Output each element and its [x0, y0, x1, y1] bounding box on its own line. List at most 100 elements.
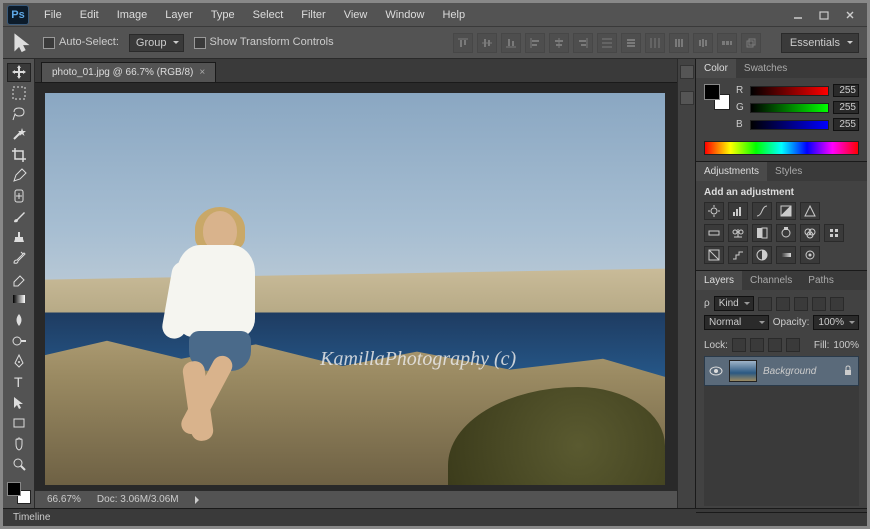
window-close-button[interactable]: [837, 6, 863, 24]
tab-styles[interactable]: Styles: [767, 162, 810, 181]
zoom-readout[interactable]: 66.67%: [47, 494, 81, 505]
menu-window[interactable]: Window: [376, 5, 433, 25]
menu-view[interactable]: View: [335, 5, 377, 25]
threshold-icon[interactable]: [752, 246, 772, 264]
filter-shape-icon[interactable]: [812, 297, 826, 311]
gradient-map-icon[interactable]: [776, 246, 796, 264]
distribute-right-icon[interactable]: [717, 33, 737, 53]
eyedropper-tool-icon[interactable]: [7, 166, 31, 185]
auto-select-checkbox[interactable]: Auto-Select:: [43, 36, 119, 48]
r-value-field[interactable]: 255: [833, 84, 859, 97]
filter-type-icon[interactable]: [794, 297, 808, 311]
eraser-tool-icon[interactable]: [7, 269, 31, 288]
black-white-icon[interactable]: [752, 224, 772, 242]
window-maximize-button[interactable]: [811, 6, 837, 24]
healing-brush-tool-icon[interactable]: [7, 187, 31, 206]
document-tab[interactable]: photo_01.jpg @ 66.7% (RGB/8) ×: [41, 62, 216, 82]
menu-select[interactable]: Select: [244, 5, 293, 25]
filter-adjustment-icon[interactable]: [776, 297, 790, 311]
align-vcenter-icon[interactable]: [477, 33, 497, 53]
foreground-background-swatch[interactable]: [7, 482, 31, 504]
layer-name[interactable]: Background: [763, 366, 836, 377]
rail-icon-1[interactable]: [680, 65, 694, 79]
menu-edit[interactable]: Edit: [71, 5, 108, 25]
lock-transparency-icon[interactable]: [732, 338, 746, 352]
exposure-icon[interactable]: [776, 202, 796, 220]
opacity-field[interactable]: 100%: [813, 315, 859, 330]
spectrum-ramp[interactable]: [704, 141, 859, 155]
tab-swatches[interactable]: Swatches: [736, 59, 795, 78]
workspace-switcher[interactable]: Essentials: [781, 33, 859, 53]
gradient-tool-icon[interactable]: [7, 290, 31, 309]
magic-wand-tool-icon[interactable]: [7, 125, 31, 144]
fill-field[interactable]: 100%: [833, 340, 859, 351]
close-tab-icon[interactable]: ×: [199, 67, 205, 78]
filter-smartobject-icon[interactable]: [830, 297, 844, 311]
lock-all-icon[interactable]: [786, 338, 800, 352]
hand-tool-icon[interactable]: [7, 435, 31, 454]
app-logo[interactable]: Ps: [7, 5, 29, 25]
g-value-field[interactable]: 255: [833, 101, 859, 114]
show-transform-checkbox[interactable]: Show Transform Controls: [194, 36, 334, 48]
photo-filter-icon[interactable]: [776, 224, 796, 242]
color-balance-icon[interactable]: [728, 224, 748, 242]
auto-select-mode-dropdown[interactable]: Group: [129, 34, 184, 52]
zoom-tool-icon[interactable]: [7, 455, 31, 474]
posterize-icon[interactable]: [728, 246, 748, 264]
lock-pixels-icon[interactable]: [750, 338, 764, 352]
align-hcenter-icon[interactable]: [549, 33, 569, 53]
tab-adjustments[interactable]: Adjustments: [696, 162, 767, 181]
vibrance-icon[interactable]: [800, 202, 820, 220]
tab-layers[interactable]: Layers: [696, 271, 742, 290]
distribute-top-icon[interactable]: [597, 33, 617, 53]
r-slider[interactable]: [750, 86, 829, 96]
panel-fg-bg-swatch[interactable]: [704, 84, 730, 110]
b-slider[interactable]: [750, 120, 829, 130]
brightness-contrast-icon[interactable]: [704, 202, 724, 220]
levels-icon[interactable]: [728, 202, 748, 220]
filter-pixel-icon[interactable]: [758, 297, 772, 311]
type-tool-icon[interactable]: T: [7, 373, 31, 392]
b-value-field[interactable]: 255: [833, 118, 859, 131]
distribute-hcenter-icon[interactable]: [693, 33, 713, 53]
pen-tool-icon[interactable]: [7, 352, 31, 371]
g-slider[interactable]: [750, 103, 829, 113]
menu-file[interactable]: File: [35, 5, 71, 25]
lock-position-icon[interactable]: [768, 338, 782, 352]
3d-mode-icon[interactable]: [741, 33, 761, 53]
selective-color-icon[interactable]: [800, 246, 820, 264]
path-selection-tool-icon[interactable]: [7, 393, 31, 412]
blur-tool-icon[interactable]: [7, 311, 31, 330]
move-tool-icon[interactable]: [7, 63, 31, 82]
rectangle-tool-icon[interactable]: [7, 414, 31, 433]
hue-saturation-icon[interactable]: [704, 224, 724, 242]
distribute-left-icon[interactable]: [669, 33, 689, 53]
channel-mixer-icon[interactable]: [800, 224, 820, 242]
tab-paths[interactable]: Paths: [800, 271, 842, 290]
history-brush-tool-icon[interactable]: [7, 249, 31, 268]
lasso-tool-icon[interactable]: [7, 104, 31, 123]
marquee-tool-icon[interactable]: [7, 84, 31, 103]
menu-layer[interactable]: Layer: [156, 5, 202, 25]
distribute-bottom-icon[interactable]: [645, 33, 665, 53]
align-right-icon[interactable]: [573, 33, 593, 53]
brush-tool-icon[interactable]: [7, 207, 31, 226]
window-minimize-button[interactable]: [785, 6, 811, 24]
distribute-vcenter-icon[interactable]: [621, 33, 641, 53]
align-bottom-icon[interactable]: [501, 33, 521, 53]
rail-icon-2[interactable]: [680, 91, 694, 105]
layer-row[interactable]: Background: [704, 356, 859, 386]
menu-image[interactable]: Image: [108, 5, 157, 25]
menu-type[interactable]: Type: [202, 5, 244, 25]
canvas[interactable]: KamillaPhotography (c): [45, 93, 665, 485]
crop-tool-icon[interactable]: [7, 146, 31, 165]
status-play-icon[interactable]: [195, 496, 203, 504]
tab-color[interactable]: Color: [696, 59, 736, 78]
align-top-icon[interactable]: [453, 33, 473, 53]
current-tool-icon[interactable]: [11, 33, 33, 53]
menu-filter[interactable]: Filter: [292, 5, 334, 25]
tab-channels[interactable]: Channels: [742, 271, 800, 290]
dodge-tool-icon[interactable]: [7, 331, 31, 350]
align-left-icon[interactable]: [525, 33, 545, 53]
docsize-readout[interactable]: Doc: 3.06M/3.06M: [97, 494, 179, 505]
